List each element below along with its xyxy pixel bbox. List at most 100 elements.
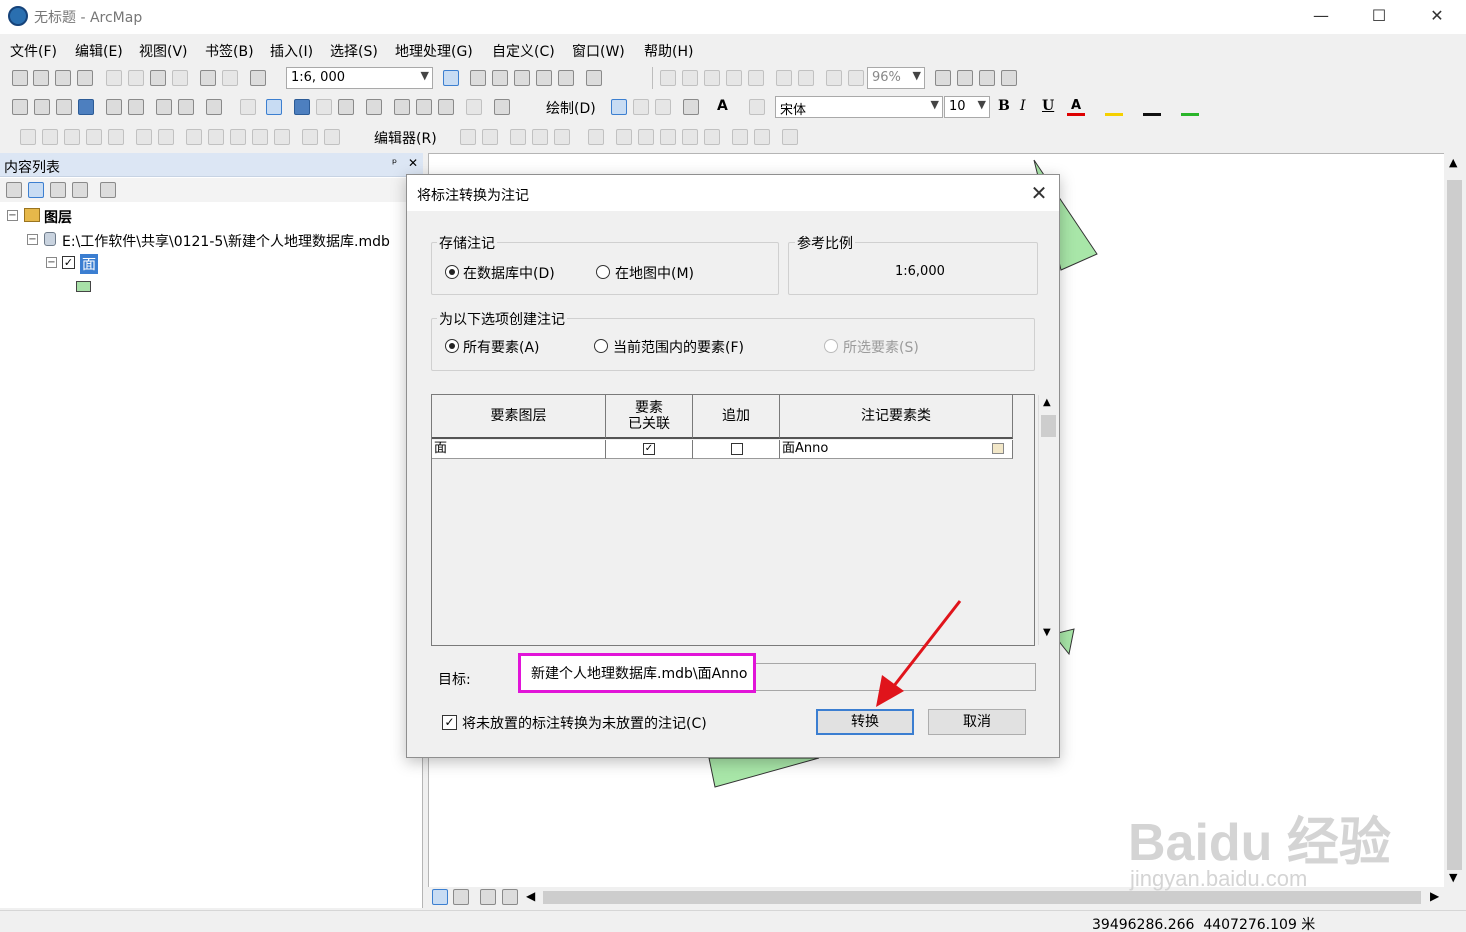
identify-icon[interactable] bbox=[294, 99, 310, 115]
straight-segment-icon[interactable] bbox=[510, 129, 526, 145]
selected-features-radio[interactable] bbox=[824, 339, 838, 353]
minimize-button[interactable]: — bbox=[1292, 0, 1350, 34]
marker-color-icon[interactable] bbox=[1181, 98, 1199, 116]
toggle-draft-icon[interactable] bbox=[935, 70, 951, 86]
paste-icon[interactable] bbox=[150, 70, 166, 86]
georef-icon-11[interactable] bbox=[252, 129, 268, 145]
select-features-icon[interactable] bbox=[206, 99, 222, 115]
column-feature-linked[interactable]: 要素 已关联 bbox=[606, 395, 693, 439]
time-slider-icon[interactable] bbox=[466, 99, 482, 115]
fixed-zoom-out-icon[interactable] bbox=[798, 70, 814, 86]
font-color-icon[interactable]: A bbox=[1067, 98, 1085, 116]
row-annotation-class[interactable]: 面Anno bbox=[780, 440, 1013, 459]
row-append-checkbox[interactable] bbox=[731, 443, 743, 455]
font-name-combo[interactable]: 宋体 ▼ bbox=[775, 96, 943, 118]
scroll-up-icon[interactable]: ▲ bbox=[1449, 156, 1457, 169]
maximize-button[interactable]: ☐ bbox=[1350, 0, 1408, 34]
list-by-visibility-icon[interactable] bbox=[50, 182, 66, 198]
layer-symbol-swatch[interactable] bbox=[76, 281, 91, 292]
georef-icon-7[interactable] bbox=[158, 129, 174, 145]
pin-icon[interactable]: ᵖ bbox=[392, 156, 397, 170]
grid-scroll-thumb[interactable] bbox=[1041, 415, 1056, 437]
hyperlink-icon[interactable] bbox=[316, 99, 332, 115]
georef-icon-13[interactable] bbox=[302, 129, 318, 145]
change-layout-icon[interactable] bbox=[979, 70, 995, 86]
layout-pan-icon[interactable] bbox=[704, 70, 720, 86]
features-in-extent-label[interactable]: 当前范围内的要素(F) bbox=[613, 337, 744, 357]
store-in-database-label[interactable]: 在数据库中(D) bbox=[463, 263, 555, 283]
measure-icon[interactable] bbox=[366, 99, 382, 115]
split-icon[interactable] bbox=[682, 129, 698, 145]
grid-scroll-up-icon[interactable]: ▲ bbox=[1043, 397, 1051, 408]
select-elements-icon[interactable] bbox=[266, 99, 282, 115]
dialog-close-button[interactable]: ✕ bbox=[1025, 181, 1053, 205]
search-window-icon[interactable] bbox=[514, 70, 530, 86]
layout-zoom-out-icon[interactable] bbox=[682, 70, 698, 86]
find-icon[interactable] bbox=[394, 99, 410, 115]
grid-scrollbar[interactable]: ▲ ▼ bbox=[1038, 395, 1058, 645]
georef-icon-1[interactable] bbox=[20, 129, 36, 145]
menu-view[interactable]: 视图(V) bbox=[139, 41, 188, 61]
back-extent-icon[interactable] bbox=[826, 70, 842, 86]
zoom-whole-page-icon[interactable] bbox=[726, 70, 742, 86]
row-feature-layer[interactable]: 面 bbox=[432, 440, 606, 459]
open-icon[interactable] bbox=[33, 70, 49, 86]
model-builder-icon[interactable] bbox=[586, 70, 602, 86]
collapse-database-icon[interactable]: − bbox=[27, 234, 38, 245]
unplaced-checkbox[interactable]: ✓ bbox=[442, 715, 457, 730]
row-linked-checkbox[interactable]: ✓ bbox=[643, 443, 655, 455]
menu-select[interactable]: 选择(S) bbox=[330, 41, 378, 61]
database-path[interactable]: E:\工作软件\共享\0121-5\新建个人地理数据库.mdb bbox=[62, 231, 420, 251]
rectangle-icon[interactable] bbox=[683, 99, 699, 115]
browse-folder-icon[interactable] bbox=[992, 443, 1004, 454]
cut-icon[interactable] bbox=[106, 70, 122, 86]
python-window-icon[interactable] bbox=[558, 70, 574, 86]
unplaced-label[interactable]: 将未放置的标注转换为未放置的注记(C) bbox=[462, 713, 707, 733]
list-by-drawing-order-icon[interactable] bbox=[6, 182, 22, 198]
zoom-percent-combo[interactable]: 96% ▼ bbox=[867, 67, 925, 89]
menu-file[interactable]: 文件(F) bbox=[10, 41, 57, 61]
editor-menu[interactable]: 编辑器(R) bbox=[374, 128, 437, 148]
toc-options-icon[interactable] bbox=[100, 182, 116, 198]
scroll-right-icon[interactable]: ▶ bbox=[1430, 889, 1439, 903]
layout-view-icon[interactable] bbox=[453, 889, 469, 905]
pan-icon[interactable] bbox=[56, 99, 72, 115]
edit-vertices-icon[interactable] bbox=[749, 99, 765, 115]
reshape-icon[interactable] bbox=[638, 129, 654, 145]
fill-color-icon[interactable] bbox=[1105, 98, 1123, 116]
create-features-icon[interactable] bbox=[782, 129, 798, 145]
menu-edit[interactable]: 编辑(E) bbox=[75, 41, 123, 61]
focus-data-frame-icon[interactable] bbox=[957, 70, 973, 86]
georef-icon-12[interactable] bbox=[274, 129, 290, 145]
edit-annotation-icon[interactable] bbox=[482, 129, 498, 145]
forward-icon[interactable] bbox=[178, 99, 194, 115]
html-popup-icon[interactable] bbox=[338, 99, 354, 115]
georef-icon-8[interactable] bbox=[186, 129, 202, 145]
forward-extent-icon[interactable] bbox=[848, 70, 864, 86]
add-data-icon[interactable] bbox=[250, 70, 266, 86]
menu-windows[interactable]: 窗口(W) bbox=[572, 41, 625, 61]
georef-icon-10[interactable] bbox=[230, 129, 246, 145]
fixed-zoom-out-map-icon[interactable] bbox=[128, 99, 144, 115]
fixed-zoom-in-map-icon[interactable] bbox=[106, 99, 122, 115]
attributes-icon[interactable] bbox=[732, 129, 748, 145]
undo-icon[interactable] bbox=[200, 70, 216, 86]
georef-icon-9[interactable] bbox=[208, 129, 224, 145]
go-to-xy-icon[interactable] bbox=[438, 99, 454, 115]
pause-drawing-icon[interactable] bbox=[502, 889, 518, 905]
all-features-label[interactable]: 所有要素(A) bbox=[463, 337, 540, 357]
all-features-radio[interactable] bbox=[445, 339, 459, 353]
print-icon[interactable] bbox=[77, 70, 93, 86]
list-by-selection-icon[interactable] bbox=[72, 182, 88, 198]
georef-icon-6[interactable] bbox=[136, 129, 152, 145]
menu-bookmarks[interactable]: 书签(B) bbox=[205, 41, 254, 61]
scroll-left-icon[interactable]: ◀ bbox=[526, 889, 535, 903]
find-route-icon[interactable] bbox=[416, 99, 432, 115]
polygon-feature[interactable] bbox=[708, 757, 820, 788]
menu-help[interactable]: 帮助(H) bbox=[644, 41, 693, 61]
text-tool-icon[interactable]: A bbox=[717, 98, 728, 114]
font-size-combo[interactable]: 10 ▼ bbox=[944, 96, 990, 118]
georef-icon-14[interactable] bbox=[324, 129, 340, 145]
edit-vertices-tool-icon[interactable] bbox=[616, 129, 632, 145]
collapse-layer-icon[interactable]: − bbox=[46, 257, 57, 268]
